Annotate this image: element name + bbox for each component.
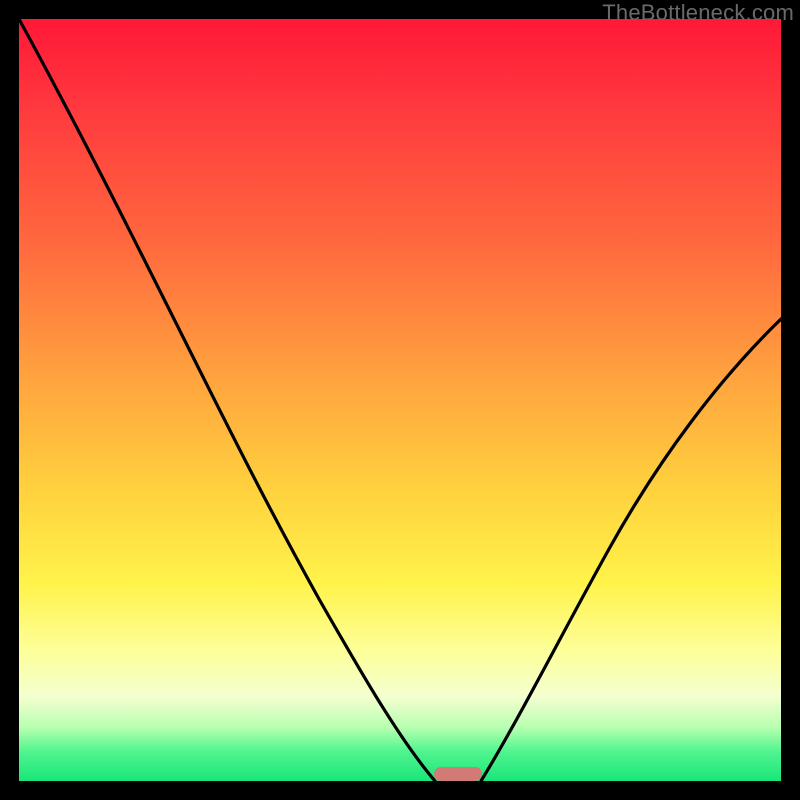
optimal-marker (434, 767, 482, 781)
curve-right-branch (481, 319, 781, 781)
curve-left-branch (19, 19, 435, 781)
chart-frame: TheBottleneck.com (0, 0, 800, 800)
bottleneck-curve (19, 19, 781, 781)
attribution-label: TheBottleneck.com (602, 0, 794, 26)
chart-plot-area (19, 19, 781, 781)
